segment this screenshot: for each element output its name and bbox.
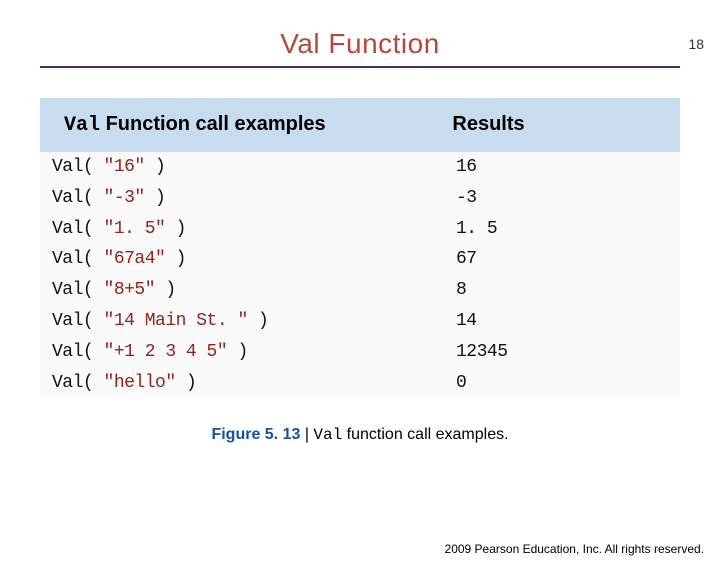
figure-rest: function call examples. bbox=[342, 426, 508, 443]
table-row: Val( "16" ) 16 bbox=[40, 152, 680, 183]
cell-result: 16 bbox=[456, 153, 680, 182]
title-rule bbox=[40, 66, 680, 68]
cell-call: Val( "14 Main St. " ) bbox=[40, 307, 456, 336]
figure-code: Val bbox=[313, 426, 342, 444]
call-end: ) bbox=[165, 219, 186, 239]
page-title: Val Function bbox=[40, 28, 680, 60]
figure-separator: | bbox=[300, 426, 313, 443]
call-fn: Val( bbox=[52, 311, 104, 331]
call-arg: "14 Main St. " bbox=[104, 311, 248, 331]
call-arg: "16" bbox=[104, 157, 145, 177]
cell-call: Val( "16" ) bbox=[40, 153, 456, 182]
table-row: Val( "14 Main St. " ) 14 bbox=[40, 306, 680, 337]
cell-call: Val( "8+5" ) bbox=[40, 276, 456, 305]
call-arg: "1. 5" bbox=[104, 219, 166, 239]
copyright: 2009 Pearson Education, Inc. All rights … bbox=[445, 542, 704, 556]
cell-call: Val( "+1 2 3 4 5" ) bbox=[40, 338, 456, 367]
cell-result: 1. 5 bbox=[456, 215, 680, 244]
call-arg: "67a4" bbox=[104, 249, 166, 269]
call-arg: "8+5" bbox=[104, 280, 156, 300]
cell-call: Val( "-3" ) bbox=[40, 184, 456, 213]
cell-call: Val( "67a4" ) bbox=[40, 245, 456, 274]
table-row: Val( "hello" ) 0 bbox=[40, 368, 680, 399]
cell-result: 0 bbox=[456, 369, 680, 398]
call-fn: Val( bbox=[52, 188, 104, 208]
call-fn: Val( bbox=[52, 249, 104, 269]
cell-call: Val( "1. 5" ) bbox=[40, 215, 456, 244]
header-result: Results bbox=[452, 108, 668, 142]
table-header-row: Val Function call examples Results bbox=[40, 98, 680, 152]
call-end: ) bbox=[145, 157, 166, 177]
table-row: Val( "8+5" ) 8 bbox=[40, 275, 680, 306]
cell-result: 14 bbox=[456, 307, 680, 336]
cell-result: -3 bbox=[456, 184, 680, 213]
call-arg: "+1 2 3 4 5" bbox=[104, 342, 228, 362]
table-body: Val( "16" ) 16 Val( "-3" ) -3 Val( "1. 5… bbox=[40, 152, 680, 398]
table-row: Val( "67a4" ) 67 bbox=[40, 244, 680, 275]
header-call-code: Val bbox=[64, 114, 100, 137]
cell-result: 8 bbox=[456, 276, 680, 305]
call-fn: Val( bbox=[52, 373, 104, 393]
figure-caption: Figure 5. 13 | Val function call example… bbox=[40, 426, 680, 444]
call-end: ) bbox=[145, 188, 166, 208]
cell-result: 12345 bbox=[456, 338, 680, 367]
call-end: ) bbox=[176, 373, 197, 393]
call-fn: Val( bbox=[52, 219, 104, 239]
call-fn: Val( bbox=[52, 342, 104, 362]
table-row: Val( "+1 2 3 4 5" ) 12345 bbox=[40, 337, 680, 368]
cell-call: Val( "hello" ) bbox=[40, 369, 456, 398]
examples-table: Val Function call examples Results Val( … bbox=[40, 98, 680, 398]
table-row: Val( "-3" ) -3 bbox=[40, 183, 680, 214]
call-end: ) bbox=[227, 342, 248, 362]
cell-result: 67 bbox=[456, 245, 680, 274]
call-end: ) bbox=[155, 280, 176, 300]
call-end: ) bbox=[248, 311, 269, 331]
header-call-text: Function call examples bbox=[100, 113, 326, 135]
slide: 18 Val Function Val Function call exampl… bbox=[0, 28, 720, 568]
call-fn: Val( bbox=[52, 280, 104, 300]
call-fn: Val( bbox=[52, 157, 104, 177]
table-row: Val( "1. 5" ) 1. 5 bbox=[40, 214, 680, 245]
page-number: 18 bbox=[688, 36, 704, 52]
figure-label: Figure 5. 13 bbox=[211, 426, 300, 443]
call-arg: "hello" bbox=[104, 373, 176, 393]
call-arg: "-3" bbox=[104, 188, 145, 208]
call-end: ) bbox=[165, 249, 186, 269]
header-call: Val Function call examples bbox=[52, 108, 452, 142]
